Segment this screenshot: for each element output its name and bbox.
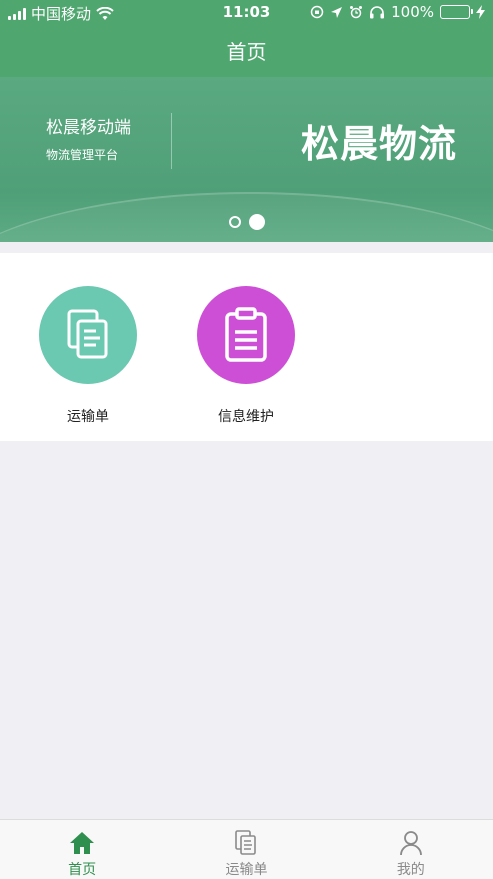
tab-bar: 首页 运输单 我的 (0, 819, 493, 879)
battery-percent: 100% (391, 3, 434, 21)
rotation-lock-icon (310, 5, 324, 19)
tab-transport-order[interactable]: 运输单 (164, 820, 328, 879)
header: 中国移动 11:03 100% 首页 (0, 0, 493, 77)
battery-icon (440, 5, 473, 19)
banner-caption: 物流管理平台 (46, 148, 119, 162)
banner-carousel[interactable]: 松晨移动端 物流管理平台 松晨物流 (0, 77, 493, 242)
headphones-icon (370, 6, 385, 19)
tab-home[interactable]: 首页 (0, 820, 164, 879)
carousel-indicator (0, 214, 493, 230)
banner-subtitle: 松晨移动端 (46, 118, 131, 138)
alarm-icon (350, 6, 363, 19)
user-icon (399, 831, 422, 856)
tab-label: 我的 (396, 862, 425, 878)
page-title: 首页 (226, 40, 267, 64)
home-icon (70, 832, 95, 854)
info-maintenance-circle[interactable] (197, 286, 295, 384)
clipboard-icon (225, 307, 267, 362)
banner-brand: 松晨物流 (300, 122, 457, 166)
tab-profile[interactable]: 我的 (329, 820, 493, 879)
banner-divider (171, 113, 172, 169)
status-bar: 中国移动 11:03 100% (0, 0, 493, 26)
carousel-dot-active[interactable] (248, 214, 265, 230)
app-screen: 中国移动 11:03 100% 首页 松晨移动端 物流管理平台 松晨物流 运输单… (0, 0, 493, 879)
action-label: 信息维护 (218, 409, 274, 425)
charging-icon (476, 5, 485, 19)
quick-actions: 运输单 信息维护 (0, 253, 493, 441)
transport-order-circle[interactable] (39, 286, 137, 384)
action-info-maintenance[interactable]: 信息维护 (186, 286, 306, 426)
tab-label: 运输单 (225, 862, 268, 878)
action-label: 运输单 (67, 409, 109, 425)
location-icon (331, 6, 343, 18)
action-transport-order[interactable]: 运输单 (28, 286, 148, 426)
carousel-dot[interactable] (228, 216, 241, 228)
tab-label: 首页 (68, 862, 97, 878)
documents-icon (67, 309, 108, 359)
document-icon (235, 830, 257, 855)
